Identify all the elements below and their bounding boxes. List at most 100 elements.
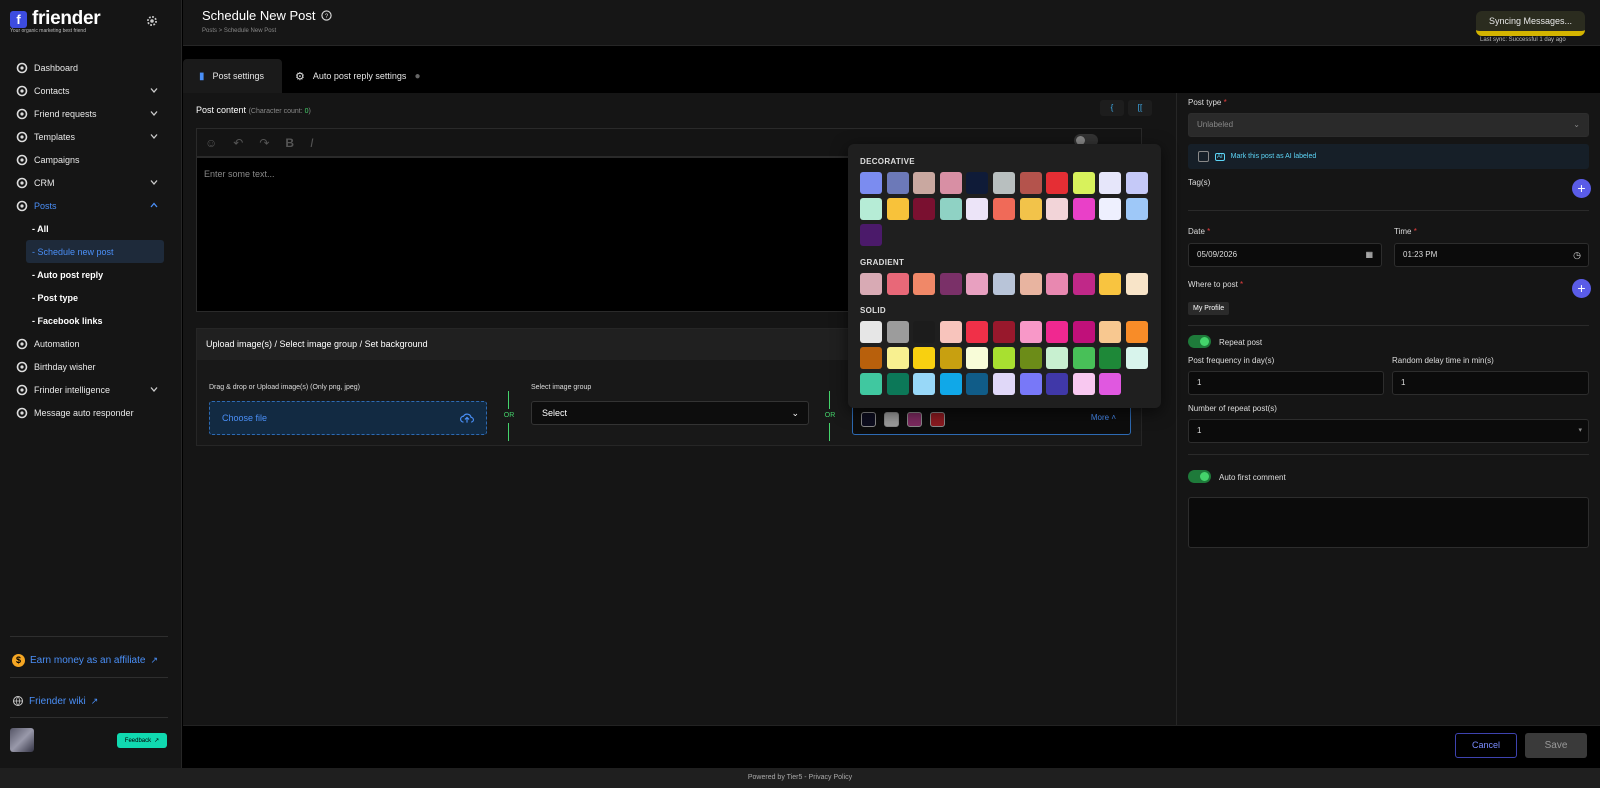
logo[interactable]: f friender: [10, 8, 101, 30]
emoji-icon[interactable]: ☺: [205, 136, 217, 150]
solid-swatch[interactable]: [860, 347, 882, 369]
gradient-swatch[interactable]: [993, 273, 1015, 295]
solid-swatch[interactable]: [886, 321, 909, 343]
tab-auto-post-reply-settings[interactable]: ⚙ Auto post reply settings ●: [279, 59, 436, 93]
sidebar-item-contacts[interactable]: Contacts: [0, 79, 182, 102]
background-swatch[interactable]: [930, 412, 945, 427]
gradient-swatch[interactable]: [913, 273, 936, 295]
decorative-swatch[interactable]: [1126, 172, 1148, 194]
decorative-swatch[interactable]: [993, 172, 1015, 194]
decorative-swatch[interactable]: [913, 172, 936, 194]
background-swatch[interactable]: [861, 412, 876, 427]
gradient-swatch[interactable]: [860, 273, 882, 295]
footer[interactable]: Powered by Tier5 - Privacy Policy: [0, 768, 1600, 788]
post-frequency-input[interactable]: 1: [1188, 371, 1384, 395]
decorative-swatch[interactable]: [913, 198, 936, 220]
solid-swatch[interactable]: [913, 321, 936, 343]
date-input[interactable]: 05/09/2026 ▦: [1188, 243, 1382, 267]
gradient-swatch[interactable]: [966, 273, 989, 295]
decorative-swatch[interactable]: [1126, 198, 1148, 220]
sidebar-subitem[interactable]: - Schedule new post: [26, 240, 164, 263]
post-type-select[interactable]: Unlabeled ⌄: [1188, 113, 1589, 137]
sidebar-item-frinder-intelligence[interactable]: Frinder intelligence: [0, 378, 182, 401]
solid-swatch[interactable]: [886, 373, 909, 395]
feedback-button[interactable]: Feedback ↗: [117, 733, 167, 748]
time-input[interactable]: 01:23 PM ◷: [1394, 243, 1589, 267]
background-swatch[interactable]: [884, 412, 899, 427]
decorative-swatch[interactable]: [886, 198, 909, 220]
decorative-swatch[interactable]: [1072, 172, 1095, 194]
solid-swatch[interactable]: [1019, 373, 1042, 395]
decorative-swatch[interactable]: [966, 198, 989, 220]
sidebar-subitem[interactable]: - Post type: [0, 286, 182, 309]
solid-swatch[interactable]: [886, 347, 909, 369]
random-delay-input[interactable]: 1: [1392, 371, 1589, 395]
sidebar-item-campaigns[interactable]: Campaigns: [0, 148, 182, 171]
decorative-swatch[interactable]: [1099, 172, 1122, 194]
sidebar-item-automation[interactable]: Automation: [0, 332, 182, 355]
decorative-swatch[interactable]: [966, 172, 989, 194]
auto-comment-toggle[interactable]: [1188, 470, 1211, 483]
solid-swatch[interactable]: [966, 321, 989, 343]
breadcrumb[interactable]: Posts > Schedule New Post: [202, 28, 276, 34]
sidebar-item-templates[interactable]: Templates: [0, 125, 182, 148]
solid-swatch[interactable]: [966, 347, 989, 369]
gradient-swatch[interactable]: [1019, 273, 1042, 295]
repeat-post-toggle[interactable]: [1188, 335, 1211, 348]
solid-swatch[interactable]: [1046, 373, 1069, 395]
decorative-swatch[interactable]: [1046, 198, 1069, 220]
sidebar-subitem[interactable]: - Facebook links: [0, 309, 182, 332]
solid-swatch[interactable]: [1046, 321, 1069, 343]
solid-swatch[interactable]: [1019, 347, 1042, 369]
solid-swatch[interactable]: [993, 321, 1015, 343]
italic-icon[interactable]: I: [310, 136, 313, 150]
solid-swatch[interactable]: [1099, 373, 1122, 395]
gradient-swatch[interactable]: [1072, 273, 1095, 295]
wiki-link[interactable]: Friender wiki ↗: [12, 695, 98, 707]
image-group-select[interactable]: Select ⌄: [531, 401, 809, 425]
decorative-swatch[interactable]: [1019, 172, 1042, 194]
gradient-swatch[interactable]: [1046, 273, 1069, 295]
bold-icon[interactable]: B: [285, 136, 294, 150]
decorative-swatch[interactable]: [1046, 172, 1069, 194]
merge-field-button[interactable]: [[: [1128, 100, 1152, 116]
background-swatch[interactable]: [907, 412, 922, 427]
sidebar-item-birthday-wisher[interactable]: Birthday wisher: [0, 355, 182, 378]
gradient-swatch[interactable]: [939, 273, 962, 295]
solid-swatch[interactable]: [1072, 373, 1095, 395]
destination-chip[interactable]: My Profile: [1188, 302, 1230, 315]
sidebar-item-message-auto-responder[interactable]: Message auto responder: [0, 401, 182, 424]
undo-icon[interactable]: ↶: [233, 136, 243, 150]
spintax-button[interactable]: {: [1100, 100, 1124, 116]
avatar[interactable]: [10, 728, 34, 752]
auto-comment-textarea[interactable]: [1188, 497, 1589, 548]
save-button[interactable]: Save: [1525, 733, 1587, 758]
gradient-swatch[interactable]: [1099, 273, 1122, 295]
decorative-swatch[interactable]: [993, 198, 1015, 220]
decorative-swatch[interactable]: [860, 198, 882, 220]
decorative-swatch[interactable]: [939, 198, 962, 220]
sidebar-item-dashboard[interactable]: Dashboard: [0, 56, 182, 79]
cancel-button[interactable]: Cancel: [1455, 733, 1517, 758]
tab-post-settings[interactable]: ▮ Post settings: [183, 59, 282, 93]
sidebar-subitem[interactable]: - All: [0, 217, 182, 240]
decorative-swatch[interactable]: [860, 172, 882, 194]
sidebar-item-crm[interactable]: CRM: [0, 171, 182, 194]
sync-messages-button[interactable]: Syncing Messages...: [1476, 11, 1585, 36]
affiliate-link[interactable]: $ Earn money as an affiliate ↗: [12, 654, 158, 667]
more-backgrounds-link[interactable]: More ˄: [1091, 413, 1116, 422]
solid-swatch[interactable]: [939, 373, 962, 395]
add-tag-button[interactable]: +: [1572, 179, 1591, 198]
decorative-swatch[interactable]: [1019, 198, 1042, 220]
decorative-swatch[interactable]: [1099, 198, 1122, 220]
gradient-swatch[interactable]: [1126, 273, 1148, 295]
solid-swatch[interactable]: [993, 347, 1015, 369]
solid-swatch[interactable]: [993, 373, 1015, 395]
solid-swatch[interactable]: [1072, 347, 1095, 369]
ai-label-row[interactable]: AI Mark this post as AI labeled: [1188, 144, 1589, 169]
sidebar-item-friend-requests[interactable]: Friend requests: [0, 102, 182, 125]
solid-swatch[interactable]: [1099, 347, 1122, 369]
decorative-swatch[interactable]: [939, 172, 962, 194]
solid-swatch[interactable]: [1046, 347, 1069, 369]
solid-swatch[interactable]: [939, 347, 962, 369]
